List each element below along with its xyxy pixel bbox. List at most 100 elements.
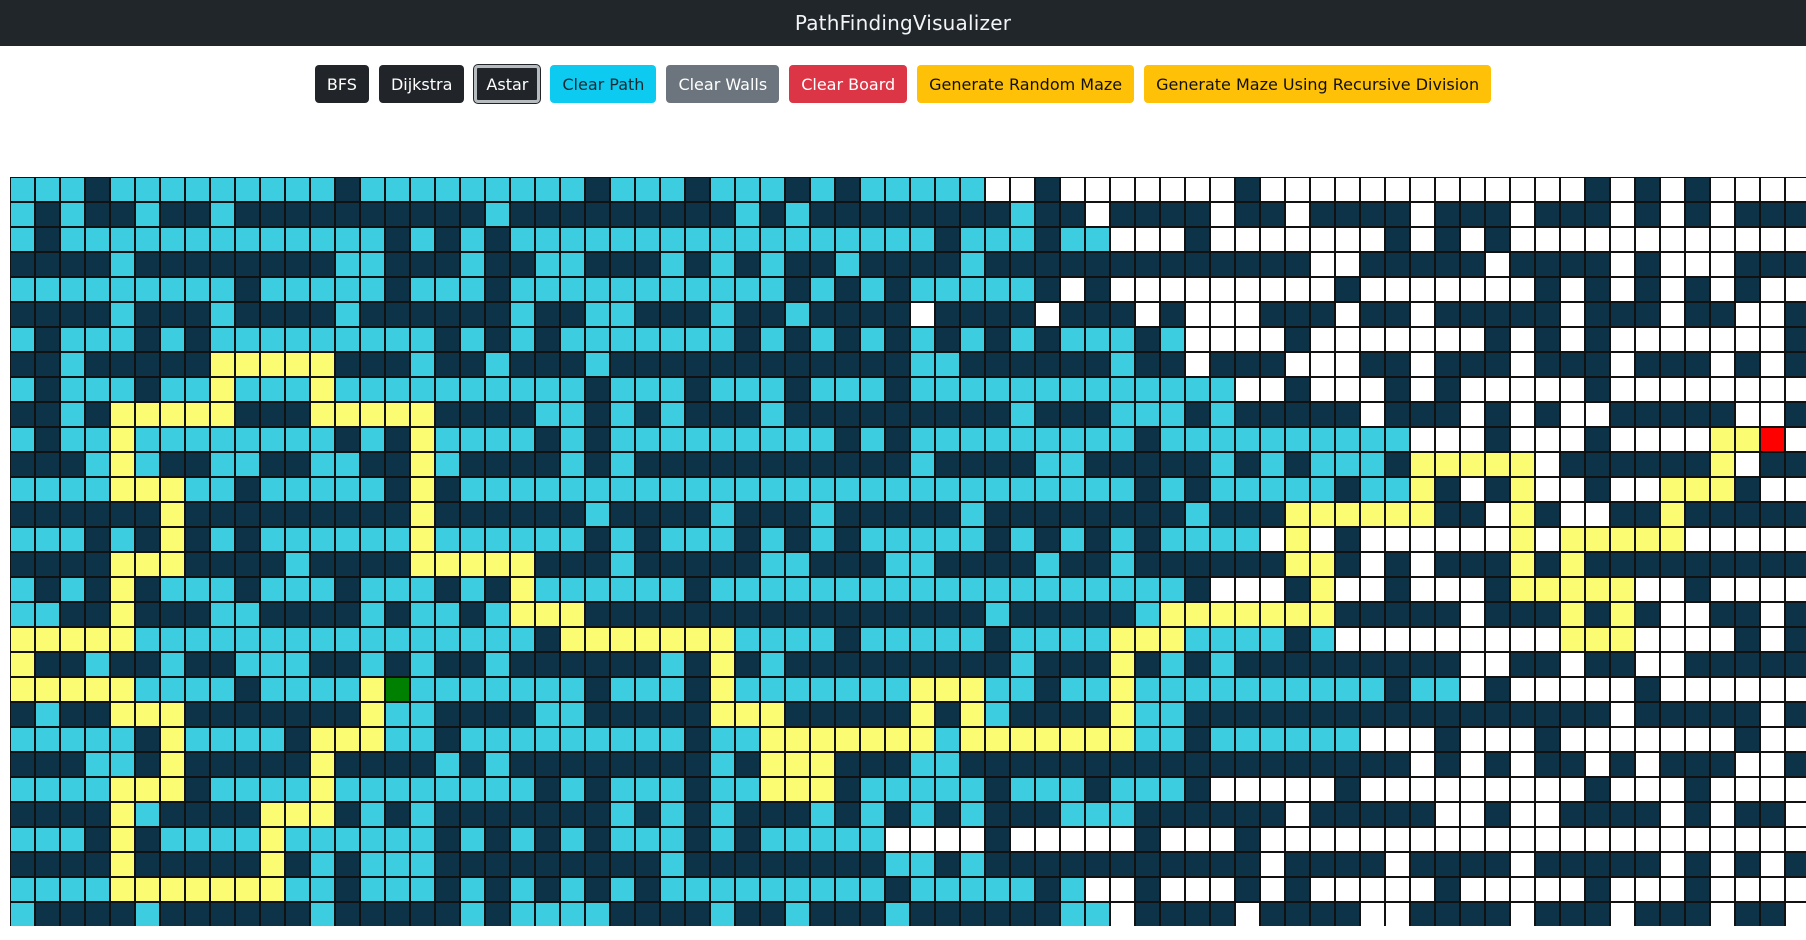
wall-cell[interactable]	[1635, 852, 1660, 877]
wall-cell[interactable]	[1135, 877, 1160, 902]
wall-cell[interactable]	[10, 302, 35, 327]
wall-cell[interactable]	[1785, 302, 1806, 327]
wall-cell[interactable]	[1235, 652, 1260, 677]
path-cell[interactable]	[85, 677, 110, 702]
wall-cell[interactable]	[1710, 752, 1735, 777]
path-cell[interactable]	[1210, 602, 1235, 627]
visited-cell[interactable]	[235, 177, 260, 202]
visited-cell[interactable]	[1035, 452, 1060, 477]
wall-cell[interactable]	[585, 402, 610, 427]
visited-cell[interactable]	[1160, 652, 1185, 677]
wall-cell[interactable]	[585, 377, 610, 402]
visited-cell[interactable]	[410, 352, 435, 377]
visited-cell[interactable]	[285, 477, 310, 502]
visited-cell[interactable]	[760, 377, 785, 402]
wall-cell[interactable]	[1485, 402, 1510, 427]
visited-cell[interactable]	[910, 377, 935, 402]
empty-cell[interactable]	[1360, 327, 1385, 352]
visited-cell[interactable]	[810, 677, 835, 702]
empty-cell[interactable]	[1410, 427, 1435, 452]
visited-cell[interactable]	[10, 602, 35, 627]
visited-cell[interactable]	[1135, 777, 1160, 802]
empty-cell[interactable]	[1285, 177, 1310, 202]
wall-cell[interactable]	[1735, 702, 1760, 727]
visited-cell[interactable]	[660, 477, 685, 502]
wall-cell[interactable]	[1310, 852, 1335, 877]
visited-cell[interactable]	[335, 527, 360, 552]
empty-cell[interactable]	[960, 827, 985, 852]
visited-cell[interactable]	[760, 877, 785, 902]
wall-cell[interactable]	[885, 377, 910, 402]
wall-cell[interactable]	[935, 602, 960, 627]
wall-cell[interactable]	[1185, 577, 1210, 602]
wall-cell[interactable]	[1335, 652, 1360, 677]
empty-cell[interactable]	[1660, 627, 1685, 652]
wall-cell[interactable]	[185, 752, 210, 777]
wall-cell[interactable]	[985, 652, 1010, 677]
empty-cell[interactable]	[1360, 227, 1385, 252]
wall-cell[interactable]	[535, 802, 560, 827]
visited-cell[interactable]	[85, 652, 110, 677]
visited-cell[interactable]	[785, 302, 810, 327]
wall-cell[interactable]	[585, 827, 610, 852]
path-cell[interactable]	[1035, 727, 1060, 752]
wall-cell[interactable]	[1760, 802, 1785, 827]
visited-cell[interactable]	[635, 777, 660, 802]
visited-cell[interactable]	[10, 177, 35, 202]
visited-cell[interactable]	[1085, 577, 1110, 602]
visited-cell[interactable]	[1160, 377, 1185, 402]
wall-cell[interactable]	[1610, 452, 1635, 477]
visited-cell[interactable]	[60, 177, 85, 202]
wall-cell[interactable]	[260, 402, 285, 427]
visited-cell[interactable]	[1010, 477, 1035, 502]
wall-cell[interactable]	[1710, 302, 1735, 327]
wall-cell[interactable]	[310, 702, 335, 727]
wall-cell[interactable]	[1085, 352, 1110, 377]
empty-cell[interactable]	[1735, 752, 1760, 777]
visited-cell[interactable]	[935, 577, 960, 602]
wall-cell[interactable]	[1385, 352, 1410, 377]
empty-cell[interactable]	[1510, 627, 1535, 652]
path-cell[interactable]	[1410, 502, 1435, 527]
visited-cell[interactable]	[710, 902, 735, 926]
visited-cell[interactable]	[660, 802, 685, 827]
visited-cell[interactable]	[385, 177, 410, 202]
empty-cell[interactable]	[1460, 327, 1485, 352]
empty-cell[interactable]	[1335, 302, 1360, 327]
wall-cell[interactable]	[860, 552, 885, 577]
empty-cell[interactable]	[1460, 577, 1485, 602]
wall-cell[interactable]	[1135, 502, 1160, 527]
empty-cell[interactable]	[1610, 202, 1635, 227]
wall-cell[interactable]	[660, 302, 685, 327]
empty-cell[interactable]	[1410, 277, 1435, 302]
visited-cell[interactable]	[560, 577, 585, 602]
visited-cell[interactable]	[260, 427, 285, 452]
path-cell[interactable]	[935, 677, 960, 702]
wall-cell[interactable]	[1235, 452, 1260, 477]
wall-cell[interactable]	[1085, 552, 1110, 577]
visited-cell[interactable]	[460, 377, 485, 402]
wall-cell[interactable]	[610, 252, 635, 277]
empty-cell[interactable]	[1760, 677, 1785, 702]
visited-cell[interactable]	[1110, 577, 1135, 602]
empty-cell[interactable]	[1360, 377, 1385, 402]
empty-cell[interactable]	[1735, 677, 1760, 702]
visited-cell[interactable]	[660, 727, 685, 752]
wall-cell[interactable]	[1410, 252, 1435, 277]
wall-cell[interactable]	[1685, 402, 1710, 427]
visited-cell[interactable]	[610, 177, 635, 202]
wall-cell[interactable]	[1110, 302, 1135, 327]
wall-cell[interactable]	[985, 827, 1010, 852]
path-cell[interactable]	[260, 852, 285, 877]
wall-cell[interactable]	[1310, 402, 1335, 427]
empty-cell[interactable]	[1235, 227, 1260, 252]
path-cell[interactable]	[310, 777, 335, 802]
empty-cell[interactable]	[1360, 527, 1385, 552]
empty-cell[interactable]	[1010, 177, 1035, 202]
visited-cell[interactable]	[510, 727, 535, 752]
wall-cell[interactable]	[1685, 652, 1710, 677]
visited-cell[interactable]	[1035, 577, 1060, 602]
empty-cell[interactable]	[1610, 277, 1635, 302]
visited-cell[interactable]	[235, 827, 260, 852]
path-cell[interactable]	[535, 602, 560, 627]
